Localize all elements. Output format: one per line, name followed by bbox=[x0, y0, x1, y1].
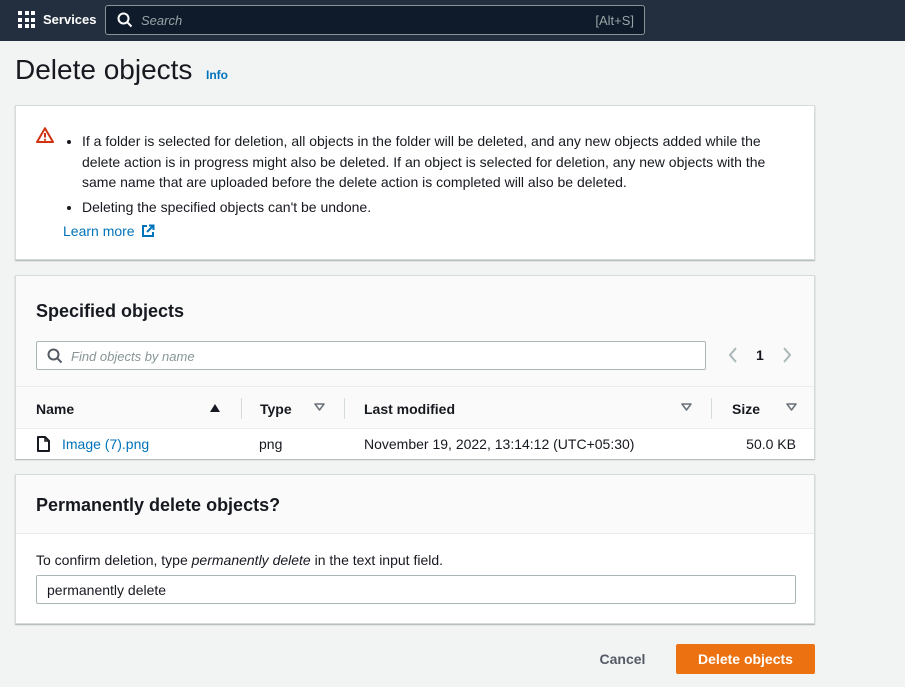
info-link[interactable]: Info bbox=[206, 68, 228, 82]
confirm-keyword: permanently delete bbox=[191, 552, 311, 568]
column-header-last-modified[interactable]: Last modified bbox=[364, 387, 455, 430]
sort-caret-icon[interactable] bbox=[681, 403, 692, 411]
confirm-description: To confirm deletion, type permanently de… bbox=[36, 552, 443, 568]
services-grid-icon bbox=[18, 11, 35, 28]
column-header-type[interactable]: Type bbox=[260, 387, 292, 430]
warning-icon bbox=[36, 127, 54, 143]
page-title: Delete objects bbox=[15, 54, 193, 85]
specified-objects-panel: Specified objects Find objects by name 1… bbox=[15, 275, 815, 459]
cancel-button[interactable]: Cancel bbox=[584, 644, 661, 674]
object-last-modified: November 19, 2022, 13:14:12 (UTC+05:30) bbox=[364, 436, 635, 452]
previous-page-button[interactable] bbox=[726, 346, 740, 364]
file-icon bbox=[37, 436, 50, 452]
column-last-modified-label: Last modified bbox=[364, 400, 456, 417]
global-search-input[interactable]: Search [Alt+S] bbox=[105, 5, 645, 35]
confirm-heading: Permanently delete objects? bbox=[36, 495, 281, 515]
services-menu-button[interactable]: Services bbox=[18, 11, 97, 28]
search-icon bbox=[47, 348, 63, 364]
pagination: 1 bbox=[726, 346, 794, 364]
services-label: Services bbox=[43, 12, 97, 27]
page-number[interactable]: 1 bbox=[756, 347, 764, 363]
confirm-panel-header: Permanently delete objects? bbox=[16, 475, 814, 534]
specified-objects-heading: Specified objects bbox=[36, 301, 185, 321]
column-divider bbox=[711, 398, 712, 419]
column-divider bbox=[241, 398, 242, 419]
top-navigation: Services Search [Alt+S] bbox=[0, 0, 905, 41]
chevron-right-icon bbox=[783, 347, 792, 363]
warning-list: If a folder is selected for deletion, al… bbox=[82, 131, 797, 221]
table-header: Name Type Last modified Size bbox=[16, 386, 814, 429]
find-objects-placeholder: Find objects by name bbox=[71, 349, 195, 364]
search-placeholder: Search bbox=[141, 13, 183, 28]
sort-ascending-icon[interactable] bbox=[210, 404, 220, 412]
confirm-desc-prefix: To confirm deletion, type bbox=[36, 552, 192, 568]
learn-more-link[interactable]: Learn more bbox=[63, 223, 155, 239]
warning-bullet: Deleting the specified objects can't be … bbox=[82, 197, 797, 218]
next-page-button[interactable] bbox=[780, 346, 794, 364]
sort-caret-icon[interactable] bbox=[314, 403, 325, 411]
object-type: png bbox=[259, 436, 283, 452]
warning-alert: If a folder is selected for deletion, al… bbox=[15, 105, 815, 260]
chevron-left-icon bbox=[728, 347, 737, 363]
column-header-name[interactable]: Name bbox=[36, 387, 74, 430]
external-link-icon bbox=[141, 224, 155, 237]
confirm-delete-panel: Permanently delete objects? To confirm d… bbox=[15, 474, 815, 624]
column-header-size[interactable]: Size bbox=[732, 387, 760, 430]
sort-caret-icon[interactable] bbox=[786, 403, 797, 411]
object-size: 50.0 KB bbox=[746, 436, 796, 452]
column-name-label: Name bbox=[36, 400, 75, 417]
column-type-label: Type bbox=[260, 400, 292, 417]
object-name-link[interactable]: Image (7).png bbox=[62, 436, 149, 452]
column-divider bbox=[344, 398, 345, 419]
learn-more-label: Learn more bbox=[63, 223, 135, 239]
table-row: Image (7).png png November 19, 2022, 13:… bbox=[16, 429, 814, 459]
warning-bullet: If a folder is selected for deletion, al… bbox=[82, 131, 797, 193]
confirm-desc-suffix: in the text input field. bbox=[310, 552, 444, 568]
confirm-text-input[interactable] bbox=[36, 575, 796, 604]
column-size-label: Size bbox=[732, 400, 761, 417]
find-objects-input[interactable]: Find objects by name bbox=[36, 341, 706, 370]
search-shortcut-hint: [Alt+S] bbox=[595, 13, 634, 28]
search-icon bbox=[117, 12, 133, 28]
delete-objects-button[interactable]: Delete objects bbox=[676, 644, 815, 674]
